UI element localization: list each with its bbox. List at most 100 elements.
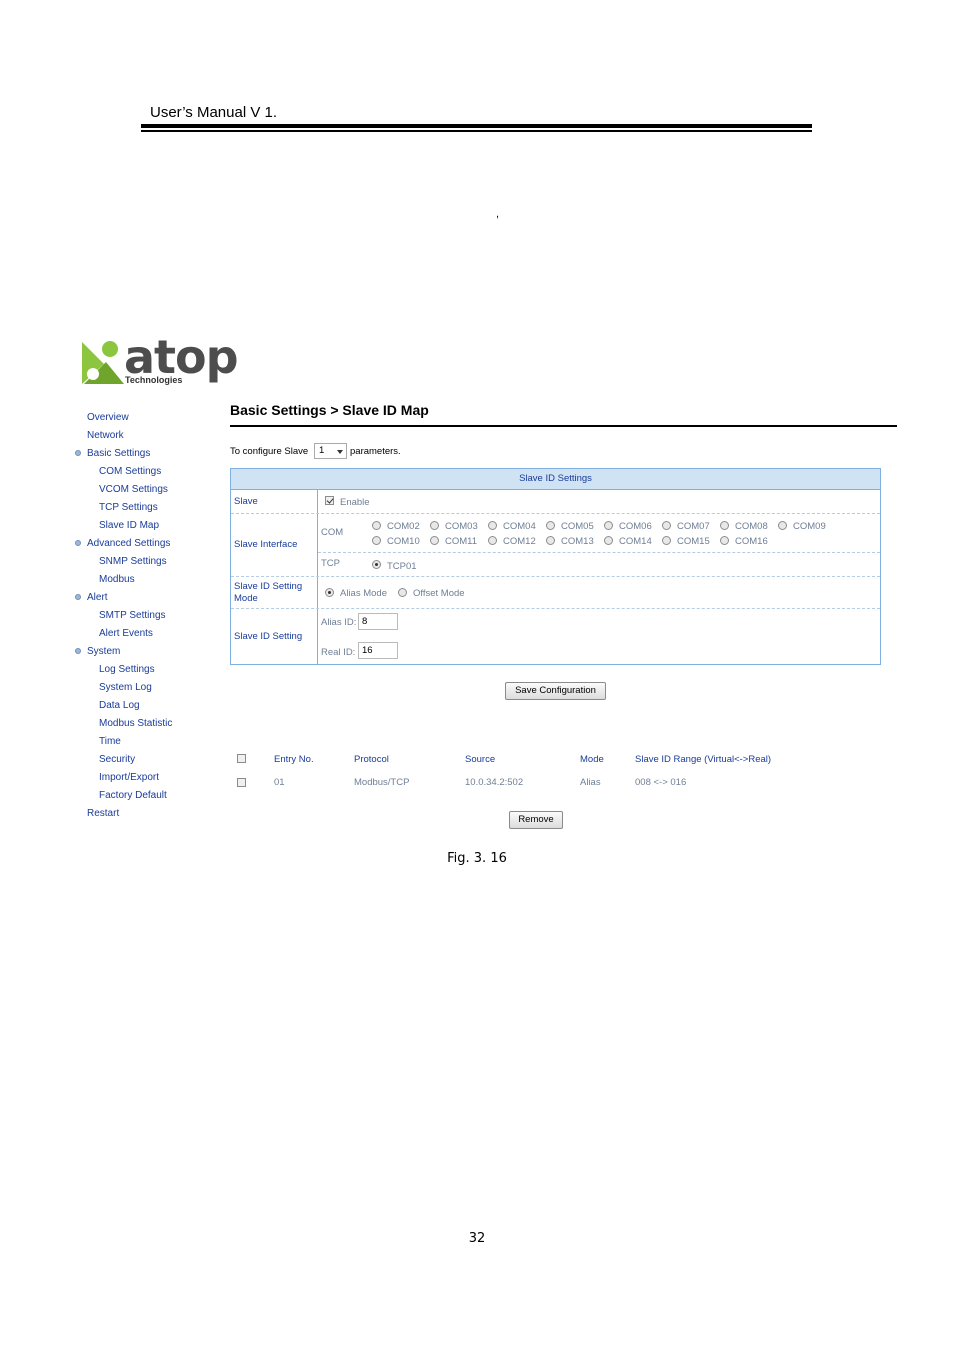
- sidebar-item-advanced-settings[interactable]: Advanced Settings: [75, 538, 170, 549]
- com13-label: COM13: [561, 536, 594, 547]
- sidebar-item-modbus-statistic[interactable]: Modbus Statistic: [99, 718, 172, 729]
- slave-label: Slave: [234, 496, 258, 507]
- com12-radio[interactable]: [488, 536, 497, 545]
- sidebar-item-network[interactable]: Network: [87, 430, 124, 441]
- com09-radio[interactable]: [778, 521, 787, 530]
- com13-radio[interactable]: [546, 536, 555, 545]
- select-all-checkbox[interactable]: [237, 754, 246, 763]
- sidebar-item-modbus[interactable]: Modbus: [99, 574, 135, 585]
- column-header-mode: Mode: [580, 754, 604, 765]
- row-divider: [231, 489, 880, 490]
- header-rule: [141, 124, 812, 128]
- slave-interface-label: Slave Interface: [234, 539, 298, 550]
- chevron-down-icon: [337, 450, 343, 454]
- com10-radio[interactable]: [372, 536, 381, 545]
- com03-label: COM03: [445, 521, 478, 532]
- com07-label: COM07: [677, 521, 710, 532]
- sidebar-item-alert-events[interactable]: Alert Events: [99, 628, 153, 639]
- slave-enable-checkbox[interactable]: [325, 496, 334, 505]
- row-select-checkbox[interactable]: [237, 778, 246, 787]
- real-id-label: Real ID:: [321, 647, 356, 658]
- com12-label: COM12: [503, 536, 536, 547]
- sidebar-item-label: System: [87, 646, 121, 657]
- real-id-input[interactable]: 16: [358, 642, 398, 659]
- sidebar-item-smtp-settings[interactable]: SMTP Settings: [99, 610, 166, 621]
- tcp01-radio[interactable]: [372, 560, 381, 569]
- sidebar-item-factory-default[interactable]: Factory Default: [99, 790, 167, 801]
- cell-protocol: Modbus/TCP: [354, 777, 410, 788]
- tcp-label: TCP: [321, 558, 340, 569]
- com07-radio[interactable]: [662, 521, 671, 530]
- slave-select-value: 1: [319, 445, 325, 456]
- page-title: Basic Settings > Slave ID Map: [230, 402, 429, 418]
- cell-slave-id-range: 008 <-> 016: [635, 777, 687, 788]
- sidebar-item-time[interactable]: Time: [99, 736, 121, 747]
- cell-entry-no: 01: [274, 777, 285, 788]
- com15-label: COM15: [677, 536, 710, 547]
- com15-radio[interactable]: [662, 536, 671, 545]
- column-header-entry-no: Entry No.: [274, 754, 314, 765]
- figure-caption: Fig. 3. 16: [447, 851, 507, 866]
- com16-radio[interactable]: [720, 536, 729, 545]
- sidebar-item-import-export[interactable]: Import/Export: [99, 772, 159, 783]
- sidebar-item-com-settings[interactable]: COM Settings: [99, 466, 161, 477]
- row-divider: [318, 552, 880, 553]
- settings-panel-title: Slave ID Settings: [231, 469, 880, 489]
- remove-button[interactable]: Remove: [509, 811, 563, 829]
- com11-radio[interactable]: [430, 536, 439, 545]
- com04-radio[interactable]: [488, 521, 497, 530]
- alias-mode-label: Alias Mode: [340, 588, 387, 599]
- expand-bullet-icon: [75, 540, 81, 546]
- alias-mode-radio[interactable]: [325, 588, 334, 597]
- com-label: COM: [321, 527, 344, 538]
- com06-radio[interactable]: [604, 521, 613, 530]
- com06-label: COM06: [619, 521, 652, 532]
- sidebar-item-slave-id-map[interactable]: Slave ID Map: [99, 520, 159, 531]
- column-header-protocol: Protocol: [354, 754, 389, 765]
- com14-radio[interactable]: [604, 536, 613, 545]
- com05-radio[interactable]: [546, 521, 555, 530]
- com08-radio[interactable]: [720, 521, 729, 530]
- header-rule-thin: [141, 130, 812, 132]
- sidebar-item-basic-settings[interactable]: Basic Settings: [75, 448, 151, 459]
- save-configuration-button[interactable]: Save Configuration: [505, 682, 606, 700]
- com08-label: COM08: [735, 521, 768, 532]
- alias-id-label: Alias ID:: [321, 617, 357, 628]
- title-rule: [230, 425, 897, 427]
- column-header-slave-id-range: Slave ID Range (Virtual<->Real): [635, 754, 772, 765]
- configure-parameters-label: parameters.: [350, 446, 401, 457]
- expand-bullet-icon: [75, 594, 81, 600]
- com05-label: COM05: [561, 521, 594, 532]
- manual-header-title: User’s Manual V 1.: [150, 104, 278, 121]
- slave-select[interactable]: 1: [314, 443, 347, 459]
- com02-radio[interactable]: [372, 521, 381, 530]
- logo-mark-icon: [82, 341, 124, 384]
- sidebar-item-alert[interactable]: Alert: [75, 592, 108, 603]
- alias-id-input[interactable]: 8: [358, 613, 398, 630]
- com16-label: COM16: [735, 536, 768, 547]
- sidebar-item-data-log[interactable]: Data Log: [99, 700, 140, 711]
- sidebar-item-system[interactable]: System: [75, 646, 121, 657]
- sidebar-item-snmp-settings[interactable]: SNMP Settings: [99, 556, 167, 567]
- offset-mode-radio[interactable]: [398, 588, 407, 597]
- sidebar-item-label: Alert: [87, 592, 108, 603]
- sidebar-item-vcom-settings[interactable]: VCOM Settings: [99, 484, 168, 495]
- com03-radio[interactable]: [430, 521, 439, 530]
- sidebar-item-system-log[interactable]: System Log: [99, 682, 152, 693]
- sidebar-item-overview[interactable]: Overview: [87, 412, 129, 423]
- sidebar-item-label: Basic Settings: [87, 448, 151, 459]
- column-divider: [317, 489, 318, 665]
- stray-comma: ,: [496, 208, 500, 220]
- row-divider: [231, 513, 880, 514]
- sidebar-item-log-settings[interactable]: Log Settings: [99, 664, 155, 675]
- com09-label: COM09: [793, 521, 826, 532]
- expand-bullet-icon: [75, 450, 81, 456]
- column-header-source: Source: [465, 754, 496, 765]
- sidebar-item-security[interactable]: Security: [99, 754, 135, 765]
- slave-id-setting-mode-label: Slave ID Setting: [234, 581, 303, 592]
- page-number: 32: [468, 1231, 486, 1246]
- com02-label: COM02: [387, 521, 420, 532]
- sidebar-item-restart[interactable]: Restart: [87, 808, 119, 819]
- sidebar-item-tcp-settings[interactable]: TCP Settings: [99, 502, 158, 513]
- offset-mode-label: Offset Mode: [413, 588, 465, 599]
